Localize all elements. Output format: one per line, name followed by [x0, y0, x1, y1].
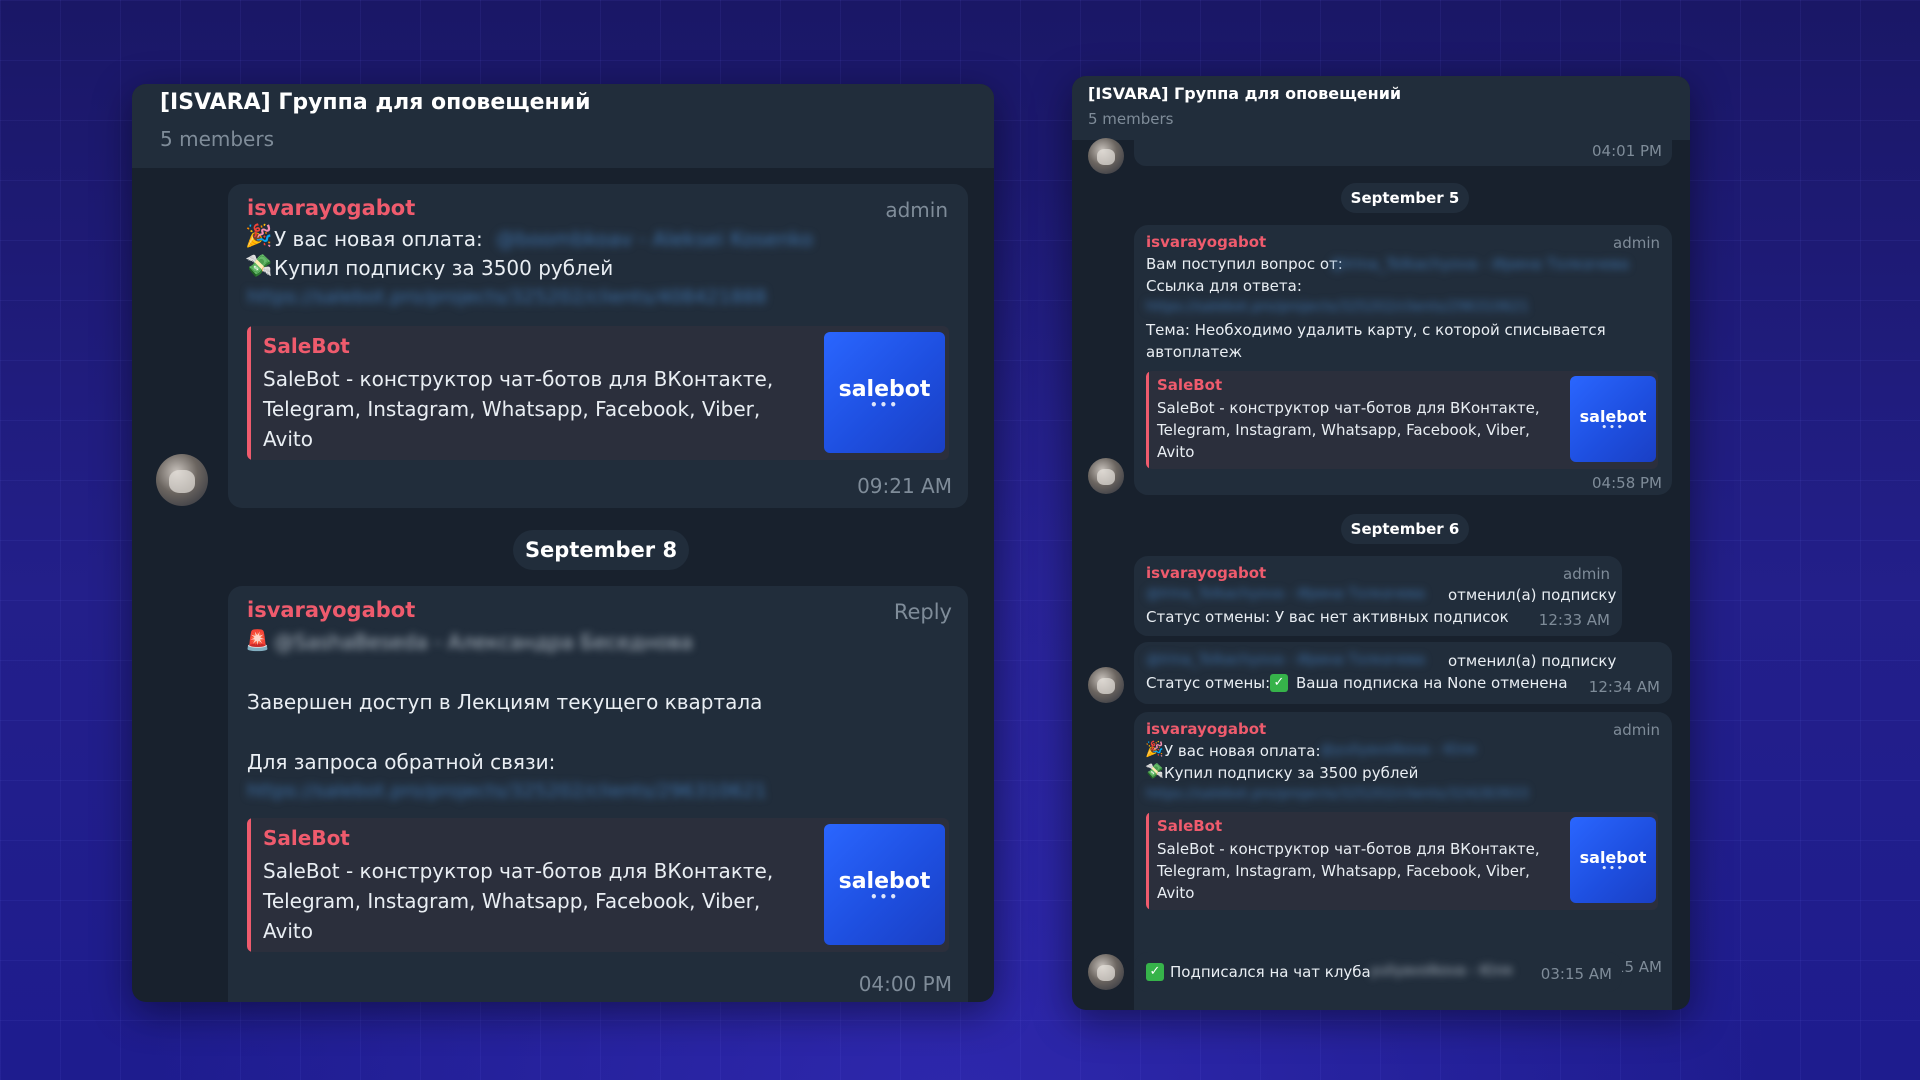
- avatar[interactable]: [1088, 954, 1124, 990]
- reply-button[interactable]: Reply: [894, 600, 952, 624]
- cancel-status-text: Ваша подписка на None отменена: [1296, 674, 1568, 692]
- preview-accent-bar: [1146, 371, 1149, 469]
- unsubscribed-text: отменил(а) подписку: [1448, 652, 1617, 670]
- sender-name[interactable]: isvarayogabot: [1146, 564, 1266, 582]
- money-icon: 💸: [245, 254, 273, 279]
- salebot-logo-image[interactable]: salebot •••: [1570, 817, 1656, 903]
- message-bubble[interactable]: @Irina_Tolkachyova - Ирина Толкачева отм…: [1134, 642, 1672, 704]
- message-time: 12:34 AM: [1588, 678, 1660, 696]
- message-bubble[interactable]: ✓ Подписался на чат клуба yuliyavolkova …: [1134, 952, 1622, 992]
- admin-badge: admin: [885, 198, 948, 222]
- members-count: 5 members: [1088, 110, 1174, 128]
- subscription-text: Купил подписку за 3500 рублей: [1164, 764, 1419, 782]
- siren-icon: 🚨: [245, 628, 270, 652]
- client-link[interactable]: https://salebot.pro/projects/325202/clie…: [1146, 299, 1529, 315]
- chat-title: [ISVARA] Группа для оповещений: [160, 90, 591, 115]
- salebot-logo-image[interactable]: salebot •••: [824, 824, 945, 945]
- joined-club-text: Подписался на чат клуба: [1170, 963, 1371, 981]
- dots-icon: •••: [869, 890, 899, 904]
- link-preview[interactable]: SaleBot SaleBot - конструктор чат-ботов …: [1146, 812, 1658, 910]
- user-link[interactable]: @Irina_Tolkachyova - Ирина Толкачева: [1146, 652, 1425, 668]
- message-bubble[interactable]: isvarayogabot admin Вам поступил вопрос …: [1134, 225, 1672, 495]
- preview-title: SaleBot: [1157, 376, 1223, 394]
- dots-icon: •••: [869, 398, 899, 412]
- link-preview[interactable]: SaleBot SaleBot - конструктор чат-ботов …: [247, 326, 949, 460]
- payment-text: У вас новая оплата:: [274, 227, 483, 251]
- message-time: 09:21 AM: [857, 474, 952, 498]
- preview-title: SaleBot: [263, 334, 350, 358]
- payment-text: У вас новая оплата:: [1164, 742, 1321, 760]
- chat-title: [ISVARA] Группа для оповещений: [1088, 84, 1402, 103]
- admin-badge: admin: [1613, 234, 1660, 252]
- chat-panel-right: [ISVARA] Группа для оповещений 5 members…: [1072, 76, 1690, 1010]
- message-time: 04:58 PM: [1592, 474, 1662, 492]
- link-preview[interactable]: SaleBot SaleBot - конструктор чат-ботов …: [247, 818, 949, 952]
- client-link[interactable]: https://salebot.pro/projects/325202/clie…: [247, 780, 767, 802]
- payer-link[interactable]: @yuliyavolkova - Юля: [1320, 742, 1476, 758]
- message-bubble[interactable]: isvarayogabot admin 🎉 У вас новая оплата…: [228, 184, 968, 508]
- chat-panel-left: [ISVARA] Группа для оповещений 5 members…: [132, 84, 994, 1002]
- subscription-text: Купил подписку за 3500 рублей: [274, 256, 614, 280]
- user-link[interactable]: @Irina_Tolkachyova - Ирина Толкачева: [1146, 586, 1425, 602]
- user-link[interactable]: @Irina_Tolkachyova - Ирина Толкачева: [1330, 255, 1629, 273]
- topic-text: Тема: Необходимо удалить карту, с которо…: [1146, 321, 1606, 339]
- party-popper-icon: 🎉: [1145, 740, 1164, 758]
- preview-title: SaleBot: [263, 826, 350, 850]
- admin-badge: admin: [1613, 721, 1660, 739]
- question-text: Вам поступил вопрос от:: [1146, 255, 1343, 273]
- money-icon: 💸: [1145, 762, 1164, 780]
- dots-icon: •••: [1601, 864, 1625, 875]
- preview-accent-bar: [1146, 812, 1149, 910]
- preview-description: SaleBot - конструктор чат-ботов для ВКон…: [1157, 840, 1540, 902]
- preview-accent-bar: [247, 326, 251, 460]
- dots-icon: •••: [1601, 423, 1625, 434]
- payer-link[interactable]: @boombkoav - Aleksei Kosenko: [496, 227, 813, 251]
- preview-accent-bar: [247, 818, 251, 952]
- link-preview[interactable]: SaleBot SaleBot - конструктор чат-ботов …: [1146, 371, 1658, 469]
- members-count: 5 members: [160, 127, 274, 151]
- preview-description: SaleBot - конструктор чат-ботов для ВКон…: [1157, 399, 1540, 461]
- feedback-text: Для запроса обратной связи:: [247, 750, 556, 774]
- avatar[interactable]: [1088, 138, 1124, 174]
- unsubscribed-text: отменил(а) подписку: [1448, 586, 1617, 604]
- admin-badge: admin: [1563, 565, 1610, 583]
- date-separator: September 8: [513, 530, 689, 570]
- sender-name[interactable]: isvarayogabot: [1146, 233, 1266, 251]
- preview-description: SaleBot - конструктор чат-ботов для ВКон…: [263, 367, 774, 451]
- message-time: 03:15 AM: [1540, 965, 1612, 983]
- message-bubble[interactable]: isvarayogabot Reply 🚨 @SashaBeseda - Але…: [228, 586, 968, 1002]
- message-time: 04:01 PM: [1592, 142, 1662, 160]
- topic-text-cont: автоплатеж: [1146, 343, 1243, 361]
- sender-name[interactable]: isvarayogabot: [1146, 720, 1266, 738]
- chat-header[interactable]: [ISVARA] Группа для оповещений 5 members: [132, 84, 994, 168]
- salebot-logo-image[interactable]: salebot •••: [824, 332, 945, 453]
- check-icon: ✓: [1146, 963, 1164, 981]
- salebot-logo-image[interactable]: salebot •••: [1570, 376, 1656, 462]
- sender-name[interactable]: isvarayogabot: [247, 196, 415, 220]
- party-popper-icon: 🎉: [245, 224, 273, 249]
- access-ended-text: Завершен доступ в Лекциям текущего кварт…: [247, 690, 763, 714]
- reply-link-label: Ссылка для ответа:: [1146, 277, 1302, 295]
- date-separator: September 6: [1341, 514, 1469, 544]
- message-bubble[interactable]: isvarayogabot admin @Irina_Tolkachyova -…: [1134, 556, 1622, 636]
- preview-description: SaleBot - конструктор чат-ботов для ВКон…: [263, 859, 774, 943]
- avatar[interactable]: [156, 454, 208, 506]
- cancel-status-label: Статус отмены:: [1146, 674, 1271, 692]
- user-link[interactable]: yuliyavolkova - Юля: [1370, 963, 1512, 979]
- avatar[interactable]: [1088, 458, 1124, 494]
- cancel-status-text: Статус отмены: У вас нет активных подпис…: [1146, 608, 1509, 626]
- chat-header[interactable]: [ISVARA] Группа для оповещений 5 members: [1072, 76, 1690, 140]
- preview-title: SaleBot: [1157, 817, 1223, 835]
- client-link[interactable]: https://salebot.pro/projects/325202/clie…: [247, 286, 767, 308]
- client-link[interactable]: https://salebot.pro/projects/325202/clie…: [1146, 786, 1529, 802]
- client-name-link[interactable]: @SashaBeseda - Александра Беседнова: [274, 630, 693, 654]
- date-separator: September 5: [1341, 183, 1469, 213]
- message-time: 04:00 PM: [858, 972, 952, 996]
- sender-name[interactable]: isvarayogabot: [247, 598, 415, 622]
- avatar[interactable]: [1088, 667, 1124, 703]
- check-icon: ✓: [1270, 674, 1288, 692]
- message-time: 12:33 AM: [1538, 611, 1610, 629]
- message-bubble-partial[interactable]: 04:01 PM: [1134, 132, 1672, 166]
